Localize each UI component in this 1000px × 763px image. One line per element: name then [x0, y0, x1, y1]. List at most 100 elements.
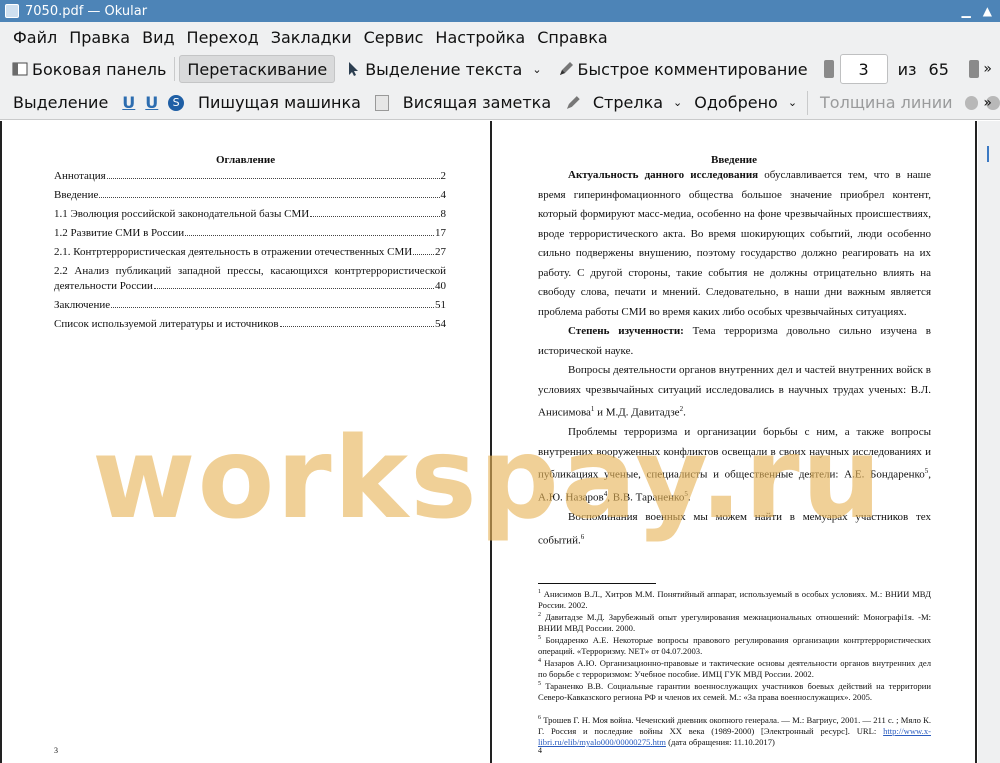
- toc-entry[interactable]: Аннотация 2: [54, 169, 446, 184]
- paragraph: обуславливается тем, что в наше время ги…: [538, 169, 931, 318]
- menu-help[interactable]: Справка: [537, 28, 608, 47]
- intro-heading: Введение: [711, 154, 758, 166]
- footnote-text: Назаров А.Ю. Организационно-правовые и т…: [538, 657, 931, 679]
- toc-page: 51: [435, 299, 446, 311]
- underline-icon[interactable]: U: [122, 93, 135, 112]
- line-width-control[interactable]: Толщина линии: [820, 93, 953, 112]
- color-icon[interactable]: [964, 95, 979, 110]
- menu-bookmarks[interactable]: Закладки: [271, 28, 352, 47]
- footnote: 5 Тараненко В.В. Социальные гарантии вое…: [538, 680, 931, 702]
- scrollbar-thumb[interactable]: [987, 146, 989, 162]
- page-number-value: 3: [858, 59, 869, 79]
- strikeout-icon[interactable]: S: [168, 94, 184, 111]
- chevron-down-icon[interactable]: ⌄: [673, 96, 682, 109]
- body-text: Актуальность данного исследования обусла…: [538, 166, 931, 551]
- toc-page: 17: [435, 227, 446, 239]
- previous-page-icon[interactable]: [823, 60, 834, 78]
- toolbar-overflow-icon[interactable]: »: [983, 61, 992, 77]
- menu-edit[interactable]: Правка: [69, 28, 130, 47]
- highlight-tool[interactable]: Выделение: [13, 93, 108, 112]
- page-divider: [490, 121, 492, 763]
- menu-file[interactable]: Файл: [13, 28, 57, 47]
- page-number: 3: [54, 746, 58, 755]
- page-border: [0, 121, 2, 763]
- toc-entry[interactable]: 1.2 Развитие СМИ в России 17: [54, 226, 446, 241]
- footnote-text: (дата обращения: 11.10.2017): [665, 736, 775, 747]
- toc-title: Аннотация: [54, 170, 106, 182]
- toolbar-separator: [807, 90, 809, 115]
- toc-title: деятельности России: [54, 280, 153, 292]
- sidebar-icon: [12, 62, 28, 76]
- toc-page: 40: [435, 280, 446, 292]
- footnote: 1 Анисимов В.Л., Хитров М.М. Понятийный …: [538, 588, 931, 610]
- squiggle-underline-icon[interactable]: U: [145, 93, 158, 112]
- text-select-button[interactable]: Выделение текста ⌄: [341, 55, 545, 83]
- page-4: Введение Актуальность данного исследован…: [494, 121, 974, 763]
- page-number: 4: [538, 746, 542, 755]
- typewriter-tool[interactable]: Пишущая машинка: [198, 93, 361, 112]
- menu-settings[interactable]: Настройка: [435, 28, 525, 47]
- vertical-scrollbar[interactable]: [978, 121, 1000, 763]
- toc-title: 2.2 Анализ публикаций западной прессы, к…: [54, 265, 446, 277]
- footnote-text: Трошев Г. Н. Моя война. Чеченский дневни…: [538, 714, 931, 736]
- page-number-input[interactable]: 3: [839, 54, 888, 84]
- toc-title: Заключение: [54, 299, 111, 311]
- okular-app-icon: [5, 4, 19, 18]
- menu-tools[interactable]: Сервис: [364, 28, 424, 47]
- toc-title: 1.1 Эволюция российской законодательной …: [54, 208, 310, 220]
- pen-icon[interactable]: [565, 95, 581, 111]
- toc-entry[interactable]: 2.2 Анализ публикаций западной прессы, к…: [54, 264, 446, 294]
- annotation-toolbar: Выделение U U S Пишущая машинка Висящая …: [0, 86, 1000, 120]
- document-view[interactable]: Оглавление Аннотация 2 Введение 4 1.1 Эвол…: [0, 121, 1000, 763]
- menu-go[interactable]: Переход: [187, 28, 259, 47]
- footnote: 6 Трошев Г. Н. Моя война. Чеченский днев…: [538, 714, 931, 747]
- paragraph: .: [683, 406, 686, 419]
- minimize-icon[interactable]: ▁: [962, 3, 971, 19]
- footnote-ref[interactable]: 6: [581, 533, 585, 541]
- stamp-tool[interactable]: Одобрено: [694, 93, 778, 112]
- arrow-tool[interactable]: Стрелка: [593, 93, 663, 112]
- maximize-icon[interactable]: ▲: [983, 3, 992, 19]
- toc-entry[interactable]: 1.1 Эволюция российской законодательной …: [54, 207, 446, 222]
- next-page-icon[interactable]: [968, 60, 979, 78]
- toc-entry[interactable]: 2.1. Контртеррористическая деятельность …: [54, 245, 446, 260]
- window-titlebar[interactable]: 7050.pdf — Okular ▁ ▲: [0, 0, 1000, 22]
- footnote: 4 Назаров А.Ю. Организационно-правовые и…: [538, 657, 931, 679]
- toc-heading: Оглавление: [216, 154, 276, 166]
- paragraph: .: [687, 491, 691, 504]
- footnote-text: Тараненко В.В. Социальные гарантии военн…: [538, 680, 931, 702]
- toc-page: 27: [435, 246, 446, 258]
- chevron-down-icon[interactable]: ⌄: [532, 63, 541, 76]
- toc-entry[interactable]: Список используемой литературы и источни…: [54, 317, 446, 332]
- toc-page: 54: [435, 318, 446, 330]
- toc-entry[interactable]: Введение 4: [54, 188, 446, 203]
- paragraph: и М.Д. Давитадзе: [594, 406, 680, 419]
- drag-tool-label: Перетаскивание: [187, 59, 328, 79]
- footnote-text: Бондаренко А.Е. Некоторые вопросы правов…: [538, 634, 931, 656]
- page-total: 65: [928, 59, 949, 79]
- paragraph: Воспоминания военных мы можем найти в ме…: [538, 511, 931, 547]
- toc-title: 1.2 Развитие СМИ в России: [54, 227, 185, 239]
- window-title: 7050.pdf — Okular: [25, 3, 148, 19]
- sidebar-button-label: Боковая панель: [32, 59, 167, 79]
- toc-title: Введение: [54, 189, 99, 201]
- footnote: 2 Давитадзе М.Д. Зарубежный опыт урегули…: [538, 611, 931, 633]
- toolbar-overflow-icon[interactable]: »: [983, 95, 992, 111]
- toc-entry[interactable]: Заключение 51: [54, 298, 446, 313]
- page-3: Оглавление Аннотация 2 Введение 4 1.1 Эвол…: [6, 121, 487, 763]
- paragraph: Проблемы терроризма и организации борьбы…: [538, 426, 931, 481]
- sticky-note-tool[interactable]: Висящая заметка: [403, 93, 551, 112]
- paragraph: , В.В. Тараненко: [607, 491, 685, 504]
- toc-page: 8: [440, 208, 447, 220]
- quick-comment-button[interactable]: Быстрое комментирование: [554, 55, 812, 83]
- pen-icon: [559, 62, 573, 75]
- drag-tool-button[interactable]: Перетаскивание: [179, 55, 336, 83]
- menu-view[interactable]: Вид: [142, 28, 174, 47]
- footnote-separator: [538, 583, 656, 584]
- note-icon[interactable]: [374, 94, 389, 111]
- sidebar-button[interactable]: Боковая панель: [8, 55, 170, 83]
- toc-page: 4: [440, 189, 447, 201]
- chevron-down-icon[interactable]: ⌄: [788, 96, 797, 109]
- page-of-label: из: [897, 59, 917, 79]
- study-degree-label: Степень изученности:: [568, 325, 684, 337]
